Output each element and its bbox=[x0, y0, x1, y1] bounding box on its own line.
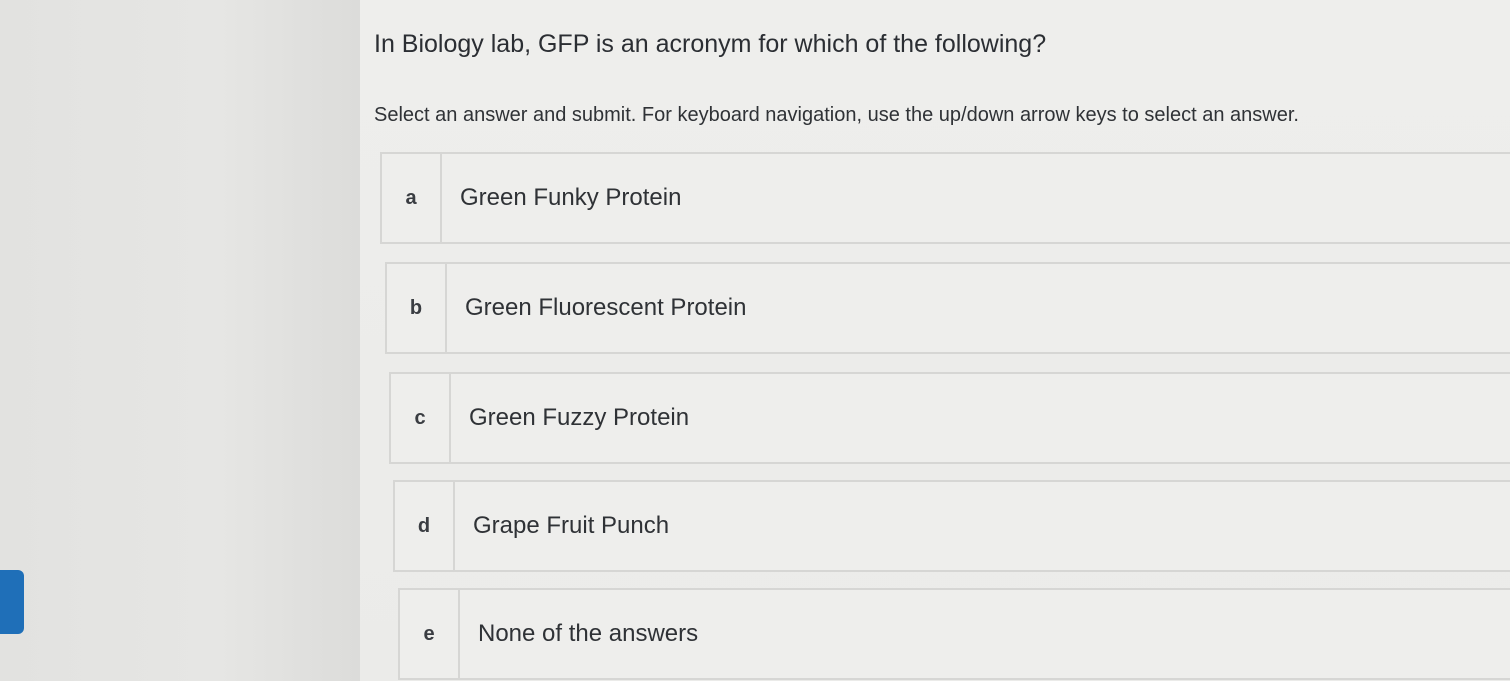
question-text: In Biology lab, GFP is an acronym for wh… bbox=[374, 30, 1047, 58]
instructions-text: Select an answer and submit. For keyboar… bbox=[374, 104, 1299, 126]
option-letter: e bbox=[400, 590, 460, 678]
option-letter: d bbox=[395, 482, 455, 570]
option-label: None of the answers bbox=[478, 620, 699, 647]
question-panel: In Biology lab, GFP is an acronym for wh… bbox=[360, 0, 1510, 681]
answer-option-a[interactable]: a Green Funky Protein bbox=[380, 152, 1510, 244]
option-label: Grape Fruit Punch bbox=[473, 512, 670, 539]
left-sidebar bbox=[0, 0, 362, 681]
answer-option-d[interactable]: d Grape Fruit Punch bbox=[393, 480, 1510, 572]
option-label: Green Fluorescent Protein bbox=[465, 294, 747, 321]
answer-option-b[interactable]: b Green Fluorescent Protein bbox=[385, 262, 1510, 354]
option-letter: c bbox=[391, 374, 451, 462]
sidebar-tab-handle[interactable] bbox=[0, 570, 24, 634]
option-label: Green Fuzzy Protein bbox=[469, 404, 690, 431]
answer-option-e[interactable]: e None of the answers bbox=[398, 588, 1510, 680]
option-letter: a bbox=[382, 154, 442, 242]
answer-option-c[interactable]: c Green Fuzzy Protein bbox=[389, 372, 1510, 464]
option-letter: b bbox=[387, 264, 447, 352]
option-label: Green Funky Protein bbox=[460, 184, 682, 211]
